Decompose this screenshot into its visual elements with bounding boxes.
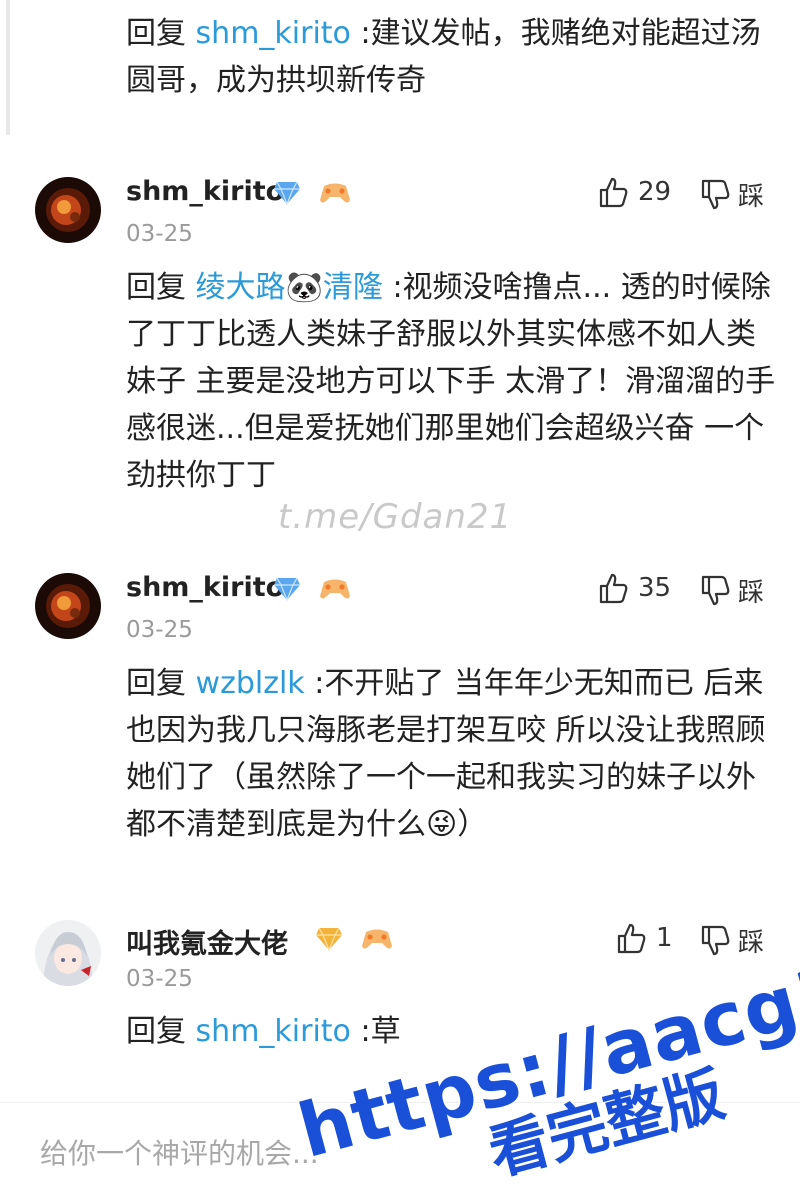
like-button[interactable]: 1 [616, 922, 673, 954]
like-button[interactable]: 29 [598, 176, 671, 208]
quote-bar [6, 0, 10, 135]
reply-prefix: 回复 [126, 666, 196, 701]
watermark-text: t.me/Gdan21 [278, 497, 513, 537]
like-count: 29 [638, 177, 672, 207]
mention-link[interactable]: shm_kirito [196, 1014, 351, 1049]
dislike-label: 踩 [738, 182, 765, 212]
reply-prefix: 回复 [126, 270, 196, 305]
reply-prefix: 回复 [126, 1014, 196, 1049]
avatar[interactable] [35, 573, 101, 639]
level-gamepad-icon [362, 929, 392, 949]
vip-diamond-icon [274, 181, 300, 206]
username[interactable]: shm_kirito [126, 176, 284, 207]
dislike-label: 踩 [738, 928, 765, 958]
avatar[interactable] [35, 177, 101, 243]
like-button[interactable]: 35 [598, 572, 671, 604]
avatar[interactable] [35, 920, 101, 986]
level-gamepad-icon [320, 183, 350, 203]
thumbs-down-icon [701, 575, 730, 605]
vip-diamond-icon [316, 927, 342, 952]
comment-body: 回复 wzblzlk :不开贴了 当年年少无知而已 后来也因为我几只海豚老是打架… [126, 660, 776, 848]
thumbs-up-icon [599, 573, 628, 604]
comment-date: 03-25 [126, 221, 193, 247]
comment-input[interactable]: 给你一个神评的机会... [40, 1132, 319, 1172]
top-reply-text: 回复 shm_kirito :建议发帖，我赌绝对能超过汤圆哥，成为拱坝新传奇 [126, 10, 776, 104]
dislike-button[interactable]: 踩 [700, 572, 764, 609]
like-count: 1 [656, 923, 673, 953]
thumbs-up-icon [617, 923, 646, 954]
thumbs-up-icon [599, 177, 628, 208]
thumbs-down-icon [701, 179, 730, 209]
mention-link[interactable]: shm_kirito [196, 16, 351, 51]
reply-prefix: 回复 [126, 16, 196, 51]
mention-link[interactable]: 绫大路🐼清隆 [196, 270, 383, 305]
dislike-label: 踩 [738, 578, 765, 608]
username[interactable]: shm_kirito [126, 572, 284, 603]
dislike-button[interactable]: 踩 [700, 176, 764, 213]
comment-date: 03-25 [126, 966, 193, 992]
thumbs-down-icon [701, 925, 730, 955]
comment-date: 03-25 [126, 617, 193, 643]
username[interactable]: 叫我氪金大佬 [126, 922, 288, 961]
like-count: 35 [638, 573, 672, 603]
mention-link[interactable]: wzblzlk [196, 666, 305, 701]
comment-body: 回复 绫大路🐼清隆 :视频没啥撸点... 透的时候除了丁丁比透人类妹子舒服以外其… [126, 264, 776, 499]
comment-text: :草 [350, 1014, 401, 1049]
vip-diamond-icon [274, 577, 300, 602]
dislike-button[interactable]: 踩 [700, 922, 764, 959]
level-gamepad-icon [320, 579, 350, 599]
